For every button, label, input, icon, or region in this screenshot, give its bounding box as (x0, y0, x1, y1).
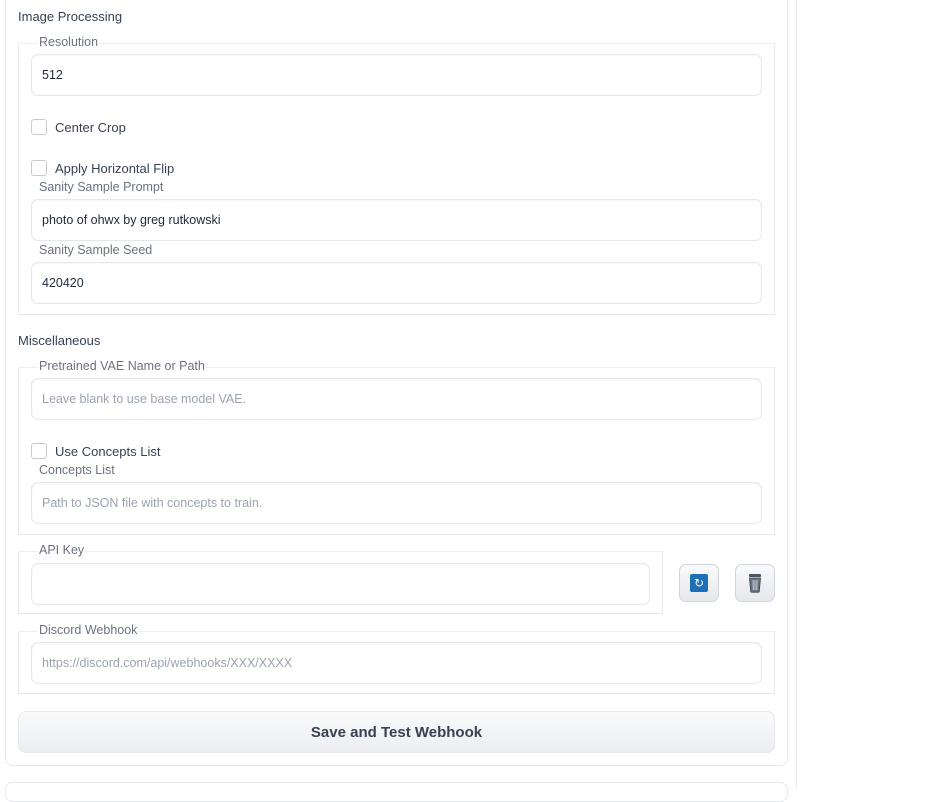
trash-icon (746, 573, 764, 593)
api-key-input[interactable] (31, 563, 650, 605)
center-crop-checkbox-row[interactable]: Center Crop (31, 119, 126, 135)
image-processing-title: Image Processing (18, 9, 122, 24)
column-divider (796, 0, 797, 788)
vae-input[interactable]: Leave blank to use base model VAE. (31, 378, 762, 420)
discord-webhook-label: Discord Webhook (38, 623, 138, 637)
delete-api-key-button[interactable] (735, 564, 775, 602)
api-key-label: API Key (38, 543, 85, 557)
save-and-test-webhook-button[interactable]: Save and Test Webhook (18, 711, 775, 753)
use-concepts-checkbox[interactable] (31, 443, 47, 459)
use-concepts-label: Use Concepts List (55, 444, 161, 459)
sanity-seed-label: Sanity Sample Seed (38, 243, 153, 257)
refresh-icon: ↻ (690, 574, 708, 592)
horizontal-flip-checkbox-row[interactable]: Apply Horizontal Flip (31, 160, 174, 176)
discord-webhook-input[interactable]: https://discord.com/api/webhooks/XXX/XXX… (31, 642, 762, 684)
concepts-list-input[interactable]: Path to JSON file with concepts to train… (31, 482, 762, 524)
use-concepts-checkbox-row[interactable]: Use Concepts List (31, 443, 161, 459)
vae-label: Pretrained VAE Name or Path (38, 359, 206, 373)
horizontal-flip-label: Apply Horizontal Flip (55, 161, 174, 176)
sanity-prompt-label: Sanity Sample Prompt (38, 180, 164, 194)
horizontal-flip-checkbox[interactable] (31, 160, 47, 176)
refresh-api-key-button[interactable]: ↻ (679, 564, 719, 602)
resolution-input[interactable]: 512 (31, 54, 762, 96)
miscellaneous-title: Miscellaneous (18, 333, 100, 348)
center-crop-checkbox[interactable] (31, 119, 47, 135)
concepts-list-label: Concepts List (38, 463, 116, 477)
next-panel (5, 782, 788, 802)
sanity-seed-input[interactable]: 420420 (31, 262, 762, 304)
resolution-label: Resolution (38, 35, 99, 49)
center-crop-label: Center Crop (55, 120, 126, 135)
sanity-prompt-input[interactable]: photo of ohwx by greg rutkowski (31, 199, 762, 241)
